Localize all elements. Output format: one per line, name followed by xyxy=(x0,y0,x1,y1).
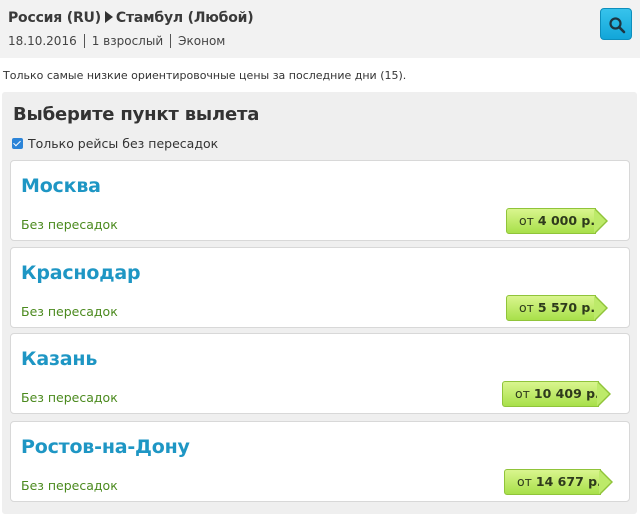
price-value: 14 677 р. xyxy=(535,474,602,489)
price-value: 4 000 р. xyxy=(537,213,596,228)
price-prefix: от xyxy=(517,474,532,489)
stops-label: Без пересадок xyxy=(21,217,118,232)
direct-only-checkbox[interactable] xyxy=(12,138,23,149)
departure-card-kazan[interactable]: Казань Без пересадок от 10 409 р. xyxy=(10,333,630,414)
price-value: 5 570 р. xyxy=(537,300,596,315)
play-arrow-icon xyxy=(104,11,113,23)
route-title: Россия (RU) Стамбул (Любой) xyxy=(8,10,254,26)
date-label: 18.10.2016 xyxy=(8,34,77,48)
direct-only-label: Только рейсы без пересадок xyxy=(28,136,219,151)
search-summary-header: Россия (RU) Стамбул (Любой) 18.10.2016 1 в… xyxy=(0,0,640,58)
divider xyxy=(83,34,85,48)
passengers-label: 1 взрослый xyxy=(91,34,164,48)
search-icon xyxy=(609,17,626,34)
origin-label: Россия (RU) xyxy=(8,10,101,26)
price-button[interactable]: от 5 570 р. xyxy=(506,295,608,321)
departure-card-moscow[interactable]: Москва Без пересадок от 4 000 р. xyxy=(10,160,630,241)
departure-city-link[interactable]: Ростов-на-Дону xyxy=(21,436,190,458)
destination-label: Стамбул (Любой) xyxy=(115,10,254,26)
search-params: 18.10.2016 1 взрослый Эконом xyxy=(8,34,225,48)
departure-card-krasnodar[interactable]: Краснодар Без пересадок от 5 570 р. xyxy=(10,247,630,328)
stops-label: Без пересадок xyxy=(21,390,118,405)
stops-label: Без пересадок xyxy=(21,304,118,319)
divider xyxy=(170,34,172,48)
price-button[interactable]: от 14 677 р. xyxy=(504,469,613,495)
price-prefix: от xyxy=(519,213,534,228)
stops-label: Без пересадок xyxy=(21,478,118,493)
departure-city-link[interactable]: Москва xyxy=(21,175,101,197)
departure-city-link[interactable]: Казань xyxy=(21,348,97,370)
search-button[interactable] xyxy=(600,8,632,40)
departure-city-link[interactable]: Краснодар xyxy=(21,262,141,284)
price-value: 10 409 р. xyxy=(533,386,600,401)
panel-title: Выберите пункт вылета xyxy=(13,104,260,125)
cabin-class-label: Эконом xyxy=(178,34,226,48)
direct-only-filter[interactable]: Только рейсы без пересадок xyxy=(12,136,218,151)
departure-card-rostov[interactable]: Ростов-на-Дону Без пересадок от 14 677 р… xyxy=(10,421,630,502)
price-prefix: от xyxy=(515,386,530,401)
price-button[interactable]: от 10 409 р. xyxy=(502,381,611,407)
prices-note: Только самые низкие ориентировочные цены… xyxy=(3,69,407,82)
departure-panel: Выберите пункт вылета Только рейсы без п… xyxy=(2,92,637,514)
price-prefix: от xyxy=(519,300,534,315)
price-button[interactable]: от 4 000 р. xyxy=(506,208,608,234)
